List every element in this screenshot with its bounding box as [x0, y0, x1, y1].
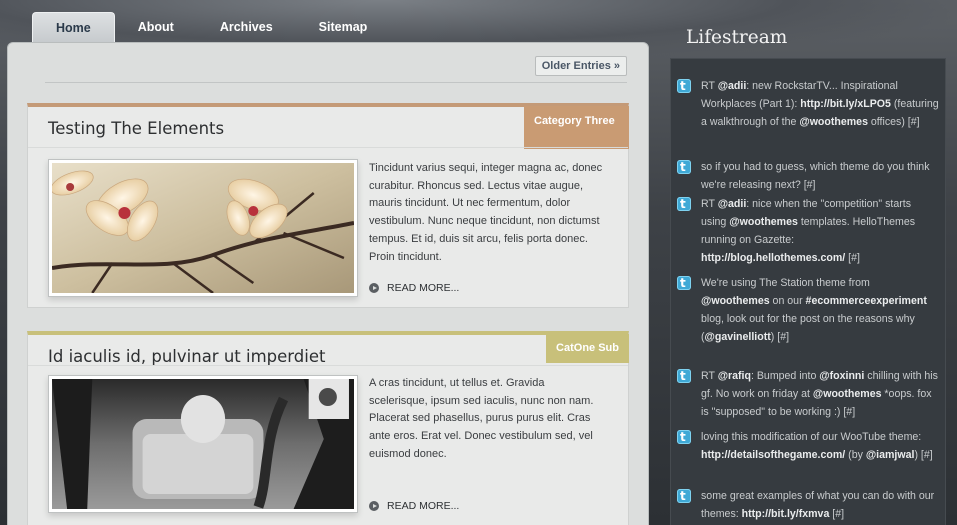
lifestream-item: so if you had to guess, which theme do y… — [671, 158, 947, 194]
twitter-icon — [677, 77, 691, 95]
main-nav: Home About Archives Sitemap — [32, 12, 390, 44]
sidebar-title: Lifestream — [686, 27, 788, 48]
lifestream-item: RT @adii: nice when the "competition" st… — [671, 195, 947, 267]
lifestream-item: some great examples of what you can do w… — [671, 487, 947, 523]
lifestream-item: RT @rafiq: Bumped into @foxinni chilling… — [671, 367, 947, 421]
post-header-divider — [28, 365, 628, 366]
lifestream-text[interactable]: some great examples of what you can do w… — [701, 490, 934, 520]
twitter-icon — [677, 195, 691, 213]
lifestream-item: RT @adii: new RockstarTV... Inspirationa… — [671, 77, 947, 131]
arrow-right-icon — [369, 501, 379, 511]
post-excerpt: A cras tincidunt, ut tellus et. Gravida … — [369, 377, 594, 460]
main-content: Older Entries » Testing The Elements Cat… — [7, 42, 649, 525]
read-more-label: READ MORE... — [387, 282, 460, 294]
lifestream-text[interactable]: RT @adii: new RockstarTV... Inspirationa… — [701, 80, 939, 128]
magnolia-image — [52, 163, 354, 293]
lifestream-text[interactable]: loving this modification of our WooTube … — [701, 431, 933, 461]
post-header-divider — [28, 147, 628, 148]
post-thumbnail[interactable] — [48, 375, 358, 513]
lifestream-text[interactable]: We're using The Station theme from @woot… — [701, 277, 927, 343]
lifestream-text[interactable]: RT @adii: nice when the "competition" st… — [701, 198, 915, 264]
twitter-icon — [677, 428, 691, 446]
arrow-right-icon — [369, 283, 379, 293]
twitter-icon — [677, 487, 691, 505]
read-more-link[interactable]: READ MORE... — [369, 282, 459, 294]
post-title-link[interactable]: Testing The Elements — [48, 119, 224, 138]
lifestream-item: loving this modification of our WooTube … — [671, 428, 947, 464]
post-title-link[interactable]: Id iaculis id, pulvinar ut imperdiet — [48, 347, 325, 366]
post-thumbnail[interactable] — [48, 159, 358, 297]
older-entries-button[interactable]: Older Entries » — [534, 56, 627, 76]
nav-tab-archives[interactable]: Archives — [197, 12, 296, 43]
lifestream-text[interactable]: so if you had to guess, which theme do y… — [701, 161, 930, 191]
twitter-icon — [677, 367, 691, 385]
category-badge[interactable]: CatOne Sub — [546, 334, 629, 363]
nav-tab-about[interactable]: About — [115, 12, 197, 43]
twitter-icon — [677, 274, 691, 292]
lifestream-text[interactable]: RT @rafiq: Bumped into @foxinni chilling… — [701, 370, 938, 418]
post-excerpt: Tincidunt varius sequi, integer magna ac… — [369, 162, 603, 263]
twitter-icon — [677, 158, 691, 176]
lifestream-item: We're using The Station theme from @woot… — [671, 274, 947, 346]
read-more-link[interactable]: READ MORE... — [369, 500, 459, 512]
nav-tab-sitemap[interactable]: Sitemap — [296, 12, 391, 43]
divider — [45, 82, 627, 83]
post-card: Testing The Elements Category Three Tinc… — [27, 103, 629, 308]
nav-tab-home[interactable]: Home — [32, 12, 115, 43]
category-badge[interactable]: Category Three — [524, 106, 629, 149]
read-more-label: READ MORE... — [387, 500, 460, 512]
post-card: Id iaculis id, pulvinar ut imperdiet Cat… — [27, 331, 629, 525]
lifestream-panel: RT @adii: new RockstarTV... Inspirationa… — [670, 58, 946, 525]
fashion-image — [52, 379, 354, 509]
